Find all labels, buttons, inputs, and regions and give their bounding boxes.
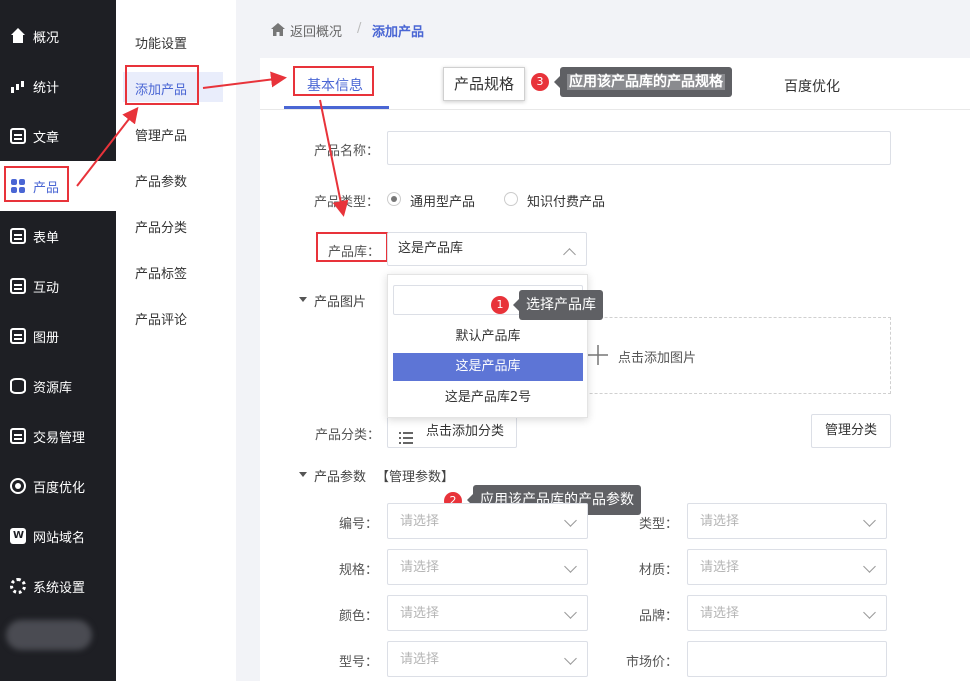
annotation-arrows [76, 71, 349, 217]
